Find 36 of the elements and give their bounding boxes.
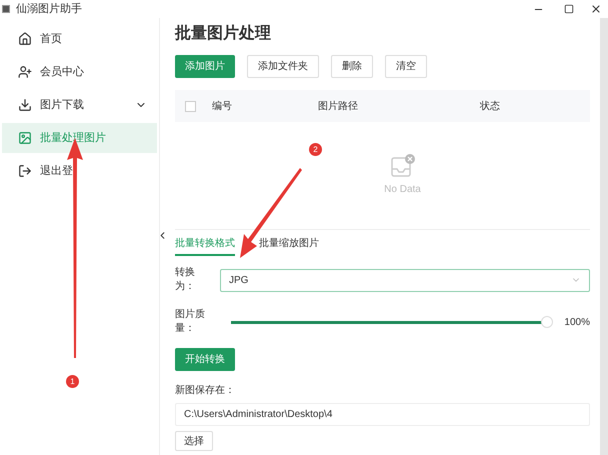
convert-label: 转换 为：	[175, 266, 196, 294]
download-icon	[18, 98, 32, 112]
close-icon[interactable]	[590, 3, 602, 15]
sidebar-item[interactable]: 图片下载	[2, 90, 157, 120]
toolbar-button[interactable]: 添加文件夹	[247, 55, 319, 78]
column-header: 状态	[480, 100, 500, 114]
start-convert-button[interactable]: 开始转换	[175, 348, 235, 371]
quality-reading: 100%	[564, 316, 590, 330]
home-icon	[18, 32, 32, 46]
sidebar-item[interactable]: 会员中心	[2, 57, 157, 87]
empty-tray-icon	[390, 154, 416, 178]
quality-label: 图片质 量：	[175, 308, 206, 336]
page-title: 批量图片处理	[175, 24, 272, 44]
annotation-badge: 2	[309, 143, 322, 156]
sidebar-item[interactable]: 退出登	[2, 156, 157, 186]
logout-icon	[18, 164, 32, 178]
app-icon	[2, 5, 10, 13]
format-select[interactable]: JPG	[220, 268, 590, 292]
toolbar-button[interactable]: 清空	[385, 55, 427, 78]
empty-text: No Data	[384, 183, 421, 197]
window-title: 仙溺图片助手	[16, 2, 82, 17]
tab[interactable]: 批量缩放图片	[259, 236, 319, 256]
maximize-icon[interactable]	[564, 4, 574, 14]
save-label: 新图保存在：	[175, 384, 236, 398]
annotation-badge: 1	[66, 375, 79, 388]
toolbar-button[interactable]: 添加图片	[175, 55, 235, 78]
image-icon	[18, 131, 32, 145]
toolbar-button[interactable]: 删除	[331, 55, 373, 78]
column-header: 编号	[212, 100, 233, 114]
choose-button[interactable]: 选择	[175, 431, 213, 451]
column-header: 图片路径	[318, 100, 359, 114]
user-plus-icon	[18, 65, 32, 79]
tab[interactable]: 批量转换格式	[175, 236, 235, 256]
select-all-checkbox[interactable]	[185, 100, 196, 112]
sidebar-item[interactable]: 首页	[2, 24, 157, 54]
save-path-field[interactable]: C:\Users\Administrator\Desktop\4	[175, 403, 590, 426]
